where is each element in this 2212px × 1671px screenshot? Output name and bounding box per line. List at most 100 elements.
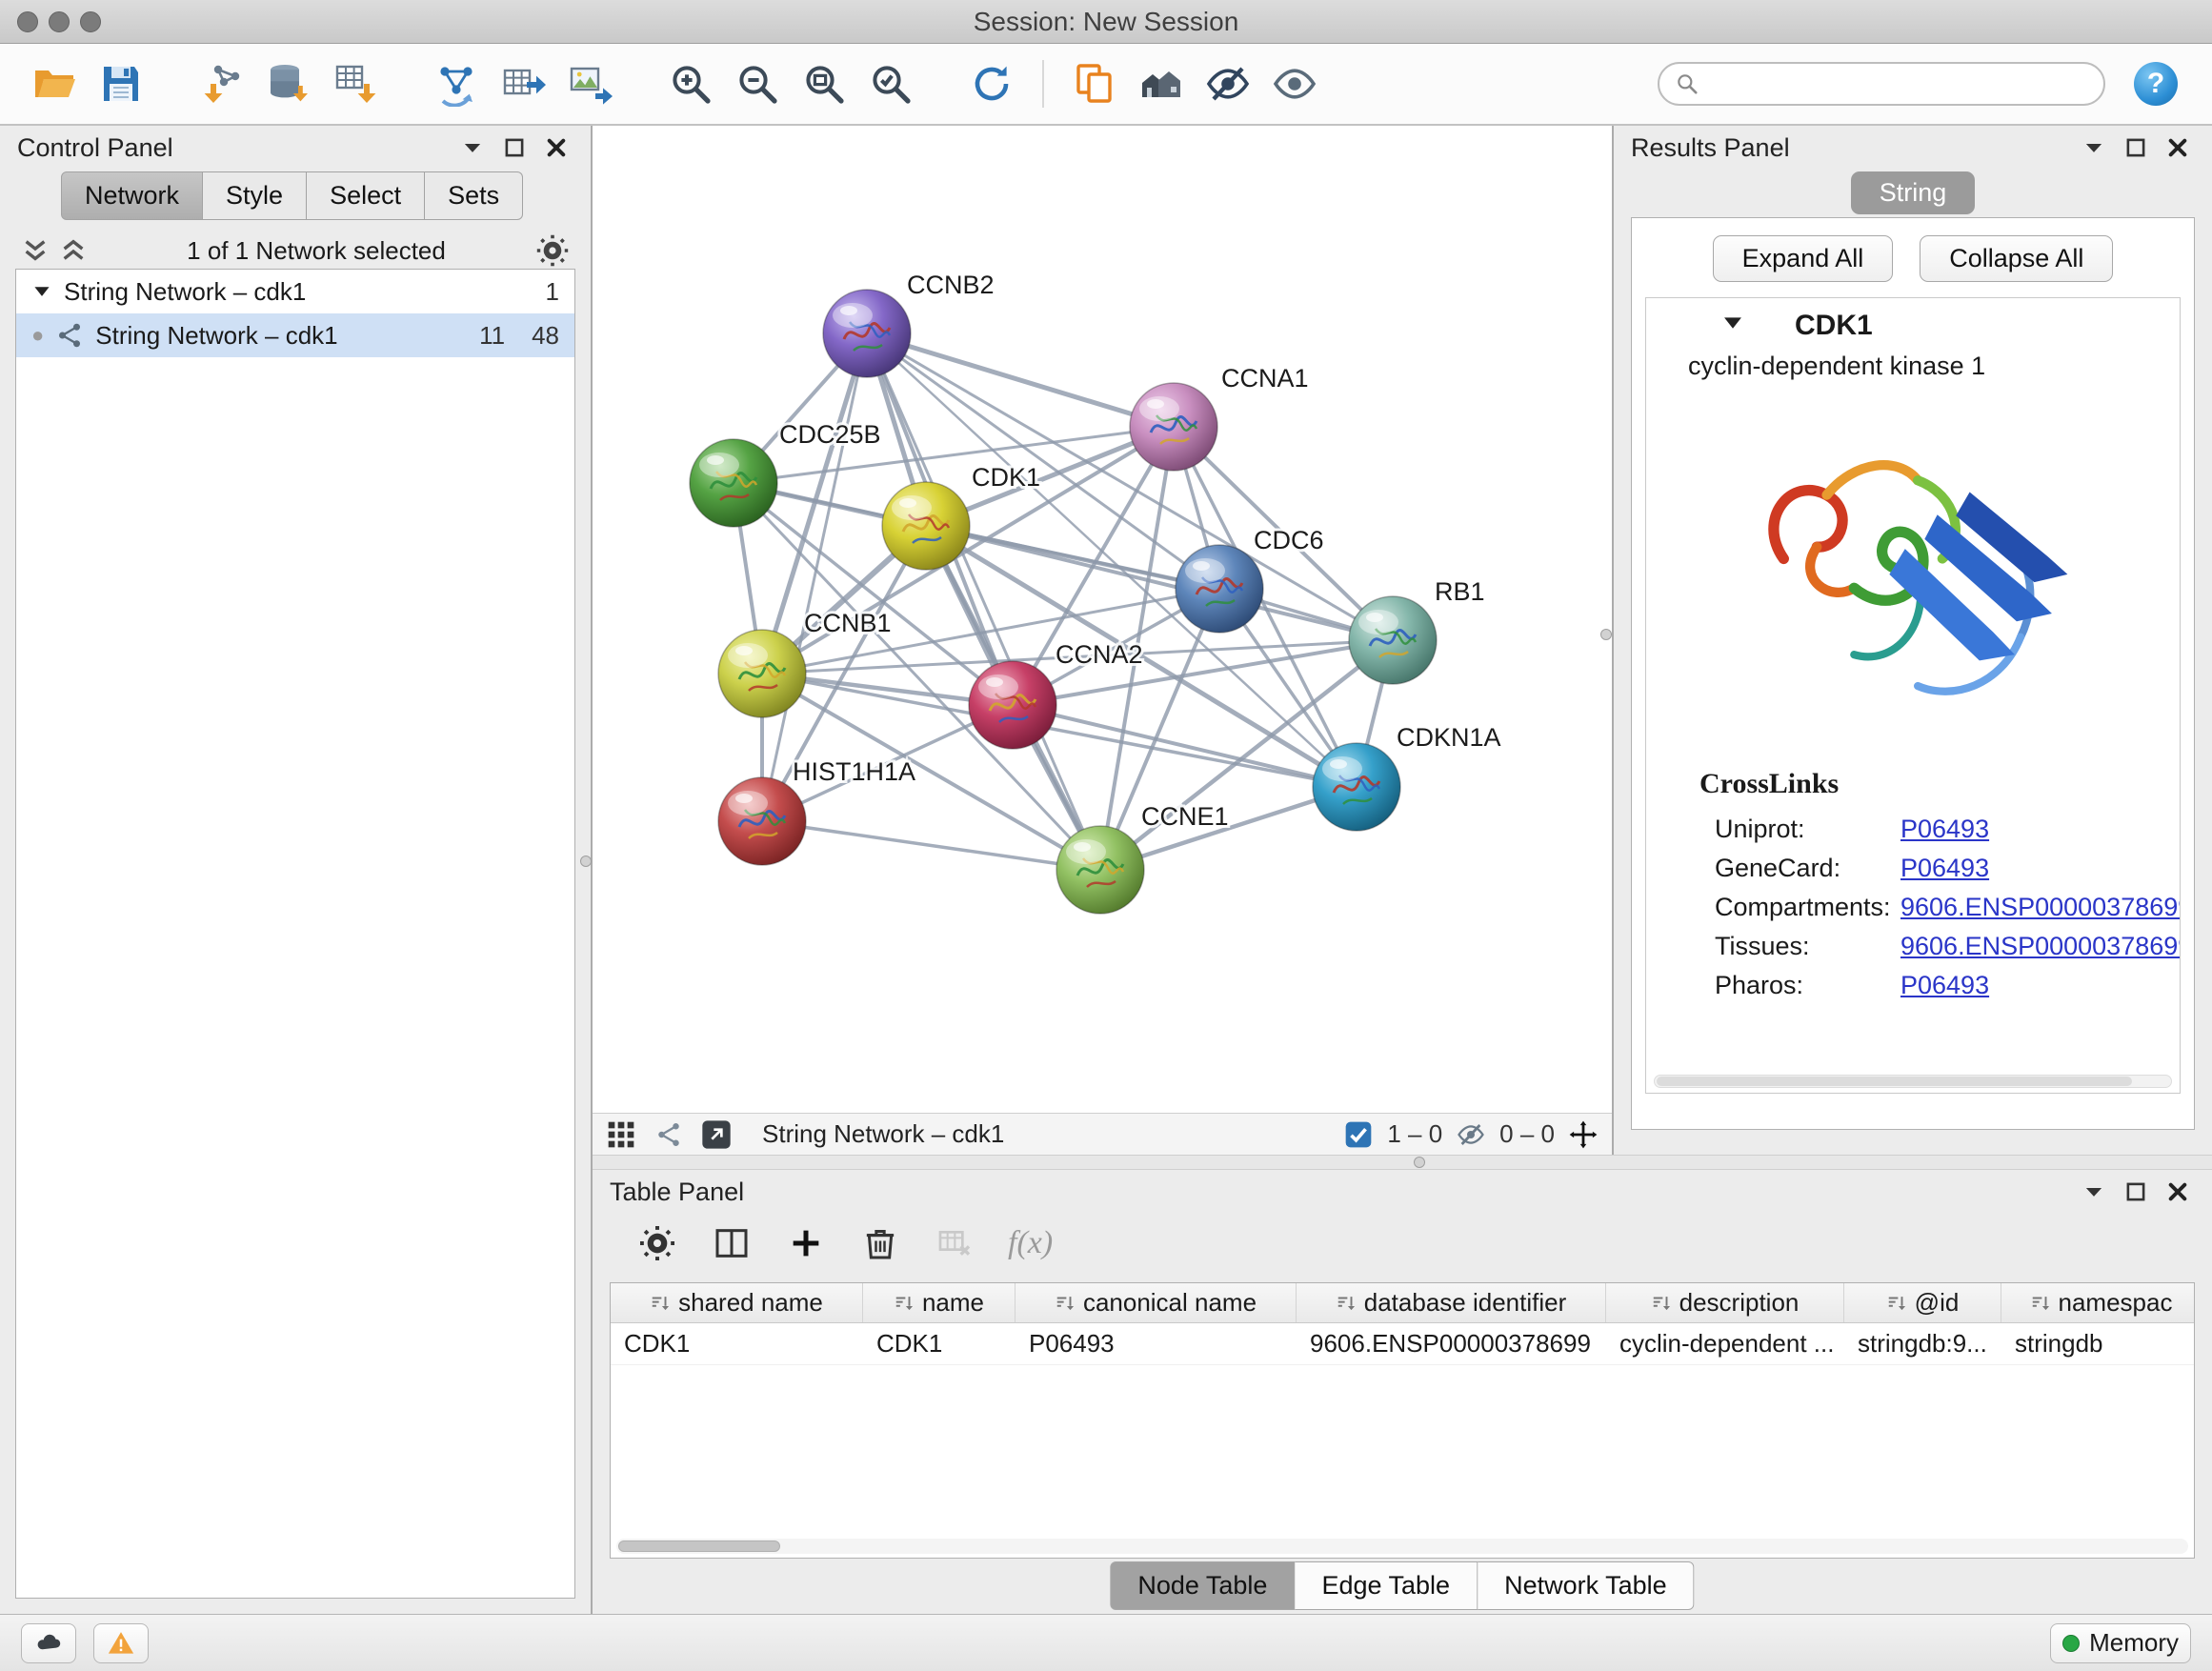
network-node-CCNA1[interactable] xyxy=(1130,383,1217,471)
gear-icon[interactable] xyxy=(535,233,570,268)
results-float-icon[interactable] xyxy=(2119,131,2153,165)
results-panel-splitter-handle[interactable] xyxy=(1600,629,1612,640)
table-cell[interactable]: cyclin-dependent ... xyxy=(1606,1323,1844,1364)
table-cell[interactable]: stringdb:9... xyxy=(1844,1323,2001,1364)
open-session-icon[interactable] xyxy=(25,54,84,113)
control-panel-splitter-handle[interactable] xyxy=(580,856,592,867)
column-header--id[interactable]: @id xyxy=(1844,1283,2001,1322)
zoom-selected-icon[interactable] xyxy=(861,54,920,113)
refresh-network-icon[interactable] xyxy=(962,54,1021,113)
tab-edge-table[interactable]: Edge Table xyxy=(1295,1561,1478,1610)
network-node-CDC25B[interactable] xyxy=(690,439,777,527)
import-network-database-icon[interactable] xyxy=(259,54,318,113)
panel-float-icon[interactable] xyxy=(497,131,532,165)
column-header-canonical-name[interactable]: canonical name xyxy=(1016,1283,1297,1322)
tab-network-table[interactable]: Network Table xyxy=(1478,1561,1695,1610)
collapse-all-networks-icon[interactable] xyxy=(59,236,88,265)
network-overview-icon[interactable] xyxy=(654,1119,684,1150)
show-columns-icon[interactable] xyxy=(711,1222,753,1264)
expand-all-button[interactable]: Expand All xyxy=(1713,235,1894,282)
import-network-file-icon[interactable] xyxy=(192,54,251,113)
cloud-button[interactable] xyxy=(21,1623,76,1663)
horizontal-splitter[interactable] xyxy=(593,1155,2212,1170)
hidden-eye-slash-icon[interactable] xyxy=(1456,1119,1486,1150)
grid-view-icon[interactable] xyxy=(606,1119,636,1150)
zoom-out-icon[interactable] xyxy=(728,54,787,113)
warning-button[interactable] xyxy=(93,1623,149,1663)
crosslink-link[interactable]: P06493 xyxy=(1900,971,1989,1000)
column-header-name[interactable]: name xyxy=(863,1283,1016,1322)
network-edge[interactable] xyxy=(867,333,1174,427)
tab-style[interactable]: Style xyxy=(203,171,307,220)
network-edge[interactable] xyxy=(1013,705,1357,787)
network-node-HIST1H1A[interactable] xyxy=(718,777,806,865)
network-row-selected[interactable]: ● String Network – cdk1 11 48 xyxy=(16,313,574,357)
show-graphics-details-icon[interactable] xyxy=(1265,54,1324,113)
scrollbar-thumb[interactable] xyxy=(618,1540,780,1552)
tab-network[interactable]: Network xyxy=(61,171,203,220)
selected-checkbox-icon[interactable] xyxy=(1343,1119,1374,1150)
window-minimize-button[interactable] xyxy=(49,11,70,32)
export-image-icon[interactable] xyxy=(560,54,619,113)
window-close-button[interactable] xyxy=(17,11,38,32)
search-input[interactable] xyxy=(1709,70,2088,99)
memory-button[interactable]: Memory xyxy=(2050,1623,2191,1663)
add-column-icon[interactable] xyxy=(785,1222,827,1264)
collapse-all-button[interactable]: Collapse All xyxy=(1920,235,2113,282)
section-expander-icon[interactable] xyxy=(1720,311,1745,342)
table-cell[interactable]: CDK1 xyxy=(863,1323,1016,1364)
network-node-CCNB2[interactable] xyxy=(823,290,911,377)
network-node-CDC6[interactable] xyxy=(1176,545,1263,633)
table-horizontal-scrollbar[interactable] xyxy=(616,1539,2188,1554)
results-horizontal-scrollbar[interactable] xyxy=(1654,1075,2172,1088)
panel-menu-icon[interactable] xyxy=(455,131,490,165)
network-node-CDKN1A[interactable] xyxy=(1313,743,1400,831)
export-table-icon[interactable] xyxy=(493,54,553,113)
detach-view-button[interactable] xyxy=(701,1119,732,1150)
results-close-icon[interactable] xyxy=(2161,131,2195,165)
table-close-icon[interactable] xyxy=(2161,1175,2195,1209)
table-cell[interactable]: stringdb xyxy=(2001,1323,2195,1364)
tab-node-table[interactable]: Node Table xyxy=(1110,1561,1295,1610)
network-canvas-svg[interactable]: CCNB2CCNA1CDC25BCDK1CDC6RB1CCNB1CCNA2CDK… xyxy=(593,126,1612,1113)
copy-document-icon[interactable] xyxy=(1065,54,1124,113)
table-cell[interactable]: P06493 xyxy=(1016,1323,1297,1364)
table-float-icon[interactable] xyxy=(2119,1175,2153,1209)
tab-sets[interactable]: Sets xyxy=(425,171,523,220)
network-node-CCNA2[interactable] xyxy=(969,661,1056,749)
table-settings-gear-icon[interactable] xyxy=(636,1222,678,1264)
function-builder-icon[interactable]: f(x) xyxy=(1008,1225,1053,1261)
network-edge[interactable] xyxy=(867,333,1100,870)
column-header-namespac[interactable]: namespac xyxy=(2001,1283,2195,1322)
network-collection-row[interactable]: String Network – cdk1 1 xyxy=(16,270,574,313)
network-node-CCNB1[interactable] xyxy=(718,630,806,717)
hide-graphics-details-icon[interactable] xyxy=(1198,54,1257,113)
table-cell[interactable]: 9606.ENSP00000378699 xyxy=(1297,1323,1606,1364)
table-cell[interactable]: CDK1 xyxy=(611,1323,863,1364)
tab-string[interactable]: String xyxy=(1851,171,1976,214)
expander-icon[interactable] xyxy=(31,281,52,302)
save-session-icon[interactable] xyxy=(91,54,151,113)
column-header-database-identifier[interactable]: database identifier xyxy=(1297,1283,1606,1322)
search-box[interactable] xyxy=(1658,62,2105,106)
results-menu-icon[interactable] xyxy=(2077,131,2111,165)
network-node-CDK1[interactable] xyxy=(882,482,970,570)
column-header-shared-name[interactable]: shared name xyxy=(611,1283,863,1322)
network-node-RB1[interactable] xyxy=(1349,596,1437,684)
pan-crosshair-icon[interactable] xyxy=(1568,1119,1599,1150)
table-menu-icon[interactable] xyxy=(2077,1175,2111,1209)
zoom-in-icon[interactable] xyxy=(661,54,720,113)
crosslink-link[interactable]: P06493 xyxy=(1900,854,1989,883)
delete-column-trash-icon[interactable] xyxy=(859,1222,901,1264)
table-row[interactable]: CDK1CDK1P064939606.ENSP00000378699cyclin… xyxy=(611,1323,2194,1365)
import-table-file-icon[interactable] xyxy=(326,54,385,113)
splitter-handle[interactable] xyxy=(1414,1157,1425,1168)
expand-all-networks-icon[interactable] xyxy=(21,236,50,265)
panel-close-icon[interactable] xyxy=(539,131,573,165)
network-node-CCNE1[interactable] xyxy=(1056,826,1144,914)
clone-network-icon[interactable] xyxy=(427,54,486,113)
cybrowser-icon[interactable] xyxy=(1132,54,1191,113)
column-header-description[interactable]: description xyxy=(1606,1283,1844,1322)
crosslink-link[interactable]: 9606.ENSP00000378699 xyxy=(1900,932,2181,961)
help-button[interactable]: ? xyxy=(2134,62,2178,106)
